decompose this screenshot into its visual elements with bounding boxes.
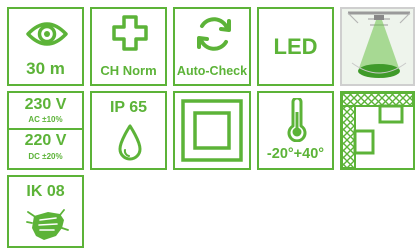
temperature-range-label: -20°+40° [266, 146, 325, 162]
ip-rating-label: IP 65 [109, 99, 148, 116]
dc-voltage-value: 220 V [24, 132, 67, 149]
ac-tolerance-label: AC ±10% [28, 115, 63, 124]
eye-icon [26, 22, 68, 46]
ip-rating-tile: IP 65 [90, 91, 167, 170]
auto-check-label: Auto-Check [176, 64, 248, 78]
ch-norm-label: CH Norm [100, 63, 157, 78]
thermometer-icon [287, 98, 307, 142]
double-square-icon [181, 99, 243, 162]
fist-impact-icon [26, 209, 69, 240]
light-cone-tile [340, 7, 415, 86]
water-drop-icon [118, 124, 142, 161]
ch-norm-tile: CH Norm [90, 7, 167, 86]
auto-check-tile: Auto-Check [173, 7, 251, 86]
wall-ceiling-mount-icon [341, 92, 414, 169]
distance-label: 30 m [26, 59, 65, 78]
dc-tolerance-label: DC ±20% [28, 152, 63, 161]
distance-tile: 30 m [7, 7, 84, 86]
impact-rating-label: IK 08 [26, 183, 65, 200]
refresh-arrows-icon [197, 17, 231, 51]
led-tile: LED [257, 7, 334, 86]
voltage-tile: 230 V AC ±10% 220 V DC ±20% [7, 91, 84, 170]
voltage-divider [7, 128, 84, 130]
mounting-tile [340, 91, 415, 170]
led-label: LED [273, 34, 318, 59]
swiss-cross-icon [112, 15, 148, 51]
ceiling-lamp-light-icon [347, 11, 411, 78]
double-insulation-tile [173, 91, 251, 170]
impact-rating-tile: IK 08 [7, 175, 84, 248]
ac-voltage-value: 230 V [24, 96, 67, 113]
temperature-tile: -20°+40° [257, 91, 334, 170]
